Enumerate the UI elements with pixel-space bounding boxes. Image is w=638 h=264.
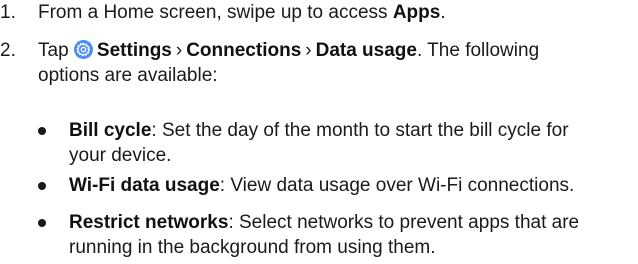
step-text-before: From a Home screen, swipe up to access — [38, 2, 393, 23]
bullet-title: Restrict networks — [69, 212, 229, 233]
breadcrumb-separator: › — [175, 40, 183, 61]
instructions-document: 1. From a Home screen, swipe up to acces… — [0, 0, 638, 264]
settings-label: Settings — [96, 40, 172, 61]
bullet-desc-line1: : Set the day of the month to start the … — [151, 120, 569, 141]
step-text-after: . — [440, 2, 446, 23]
bullet-text: Restrict networks: Select networks to pr… — [69, 210, 637, 260]
step-text-after: . The following — [416, 40, 540, 61]
bullet-title: Wi-Fi data usage — [69, 175, 220, 196]
bullet-title: Bill cycle — [69, 120, 152, 141]
bullet-desc-line1: : Select networks to prevent apps that a… — [228, 212, 580, 233]
apps-label: Apps — [392, 2, 441, 23]
step-text-line2: options are available: — [38, 65, 218, 86]
bullet-desc-line2: running in the background from using the… — [69, 237, 436, 258]
settings-gear-icon — [73, 40, 93, 59]
breadcrumb-separator: › — [305, 40, 312, 61]
step-number: 1. — [0, 2, 16, 23]
step-text: Tap Settings › Connections › Data usage. The… — [38, 38, 628, 88]
data-usage-label: Data usage — [315, 40, 417, 61]
connections-label: Connections — [186, 40, 302, 61]
bullet-text: Wi-Fi data usage: View data usage over W… — [69, 173, 637, 198]
tap-word: Tap — [38, 40, 69, 61]
bullet-dot — [38, 182, 46, 190]
bullet-desc-line1: : View data usage over Wi-Fi connections… — [219, 175, 575, 196]
step-text: From a Home screen, swipe up to access A… — [38, 0, 628, 25]
bullet-text: Bill cycle: Set the day of the month to … — [69, 118, 637, 168]
bullet-desc-line2: your device. — [69, 145, 172, 166]
step-number: 2. — [0, 40, 16, 61]
bullet-dot — [38, 219, 46, 227]
bullet-dot — [38, 127, 46, 135]
